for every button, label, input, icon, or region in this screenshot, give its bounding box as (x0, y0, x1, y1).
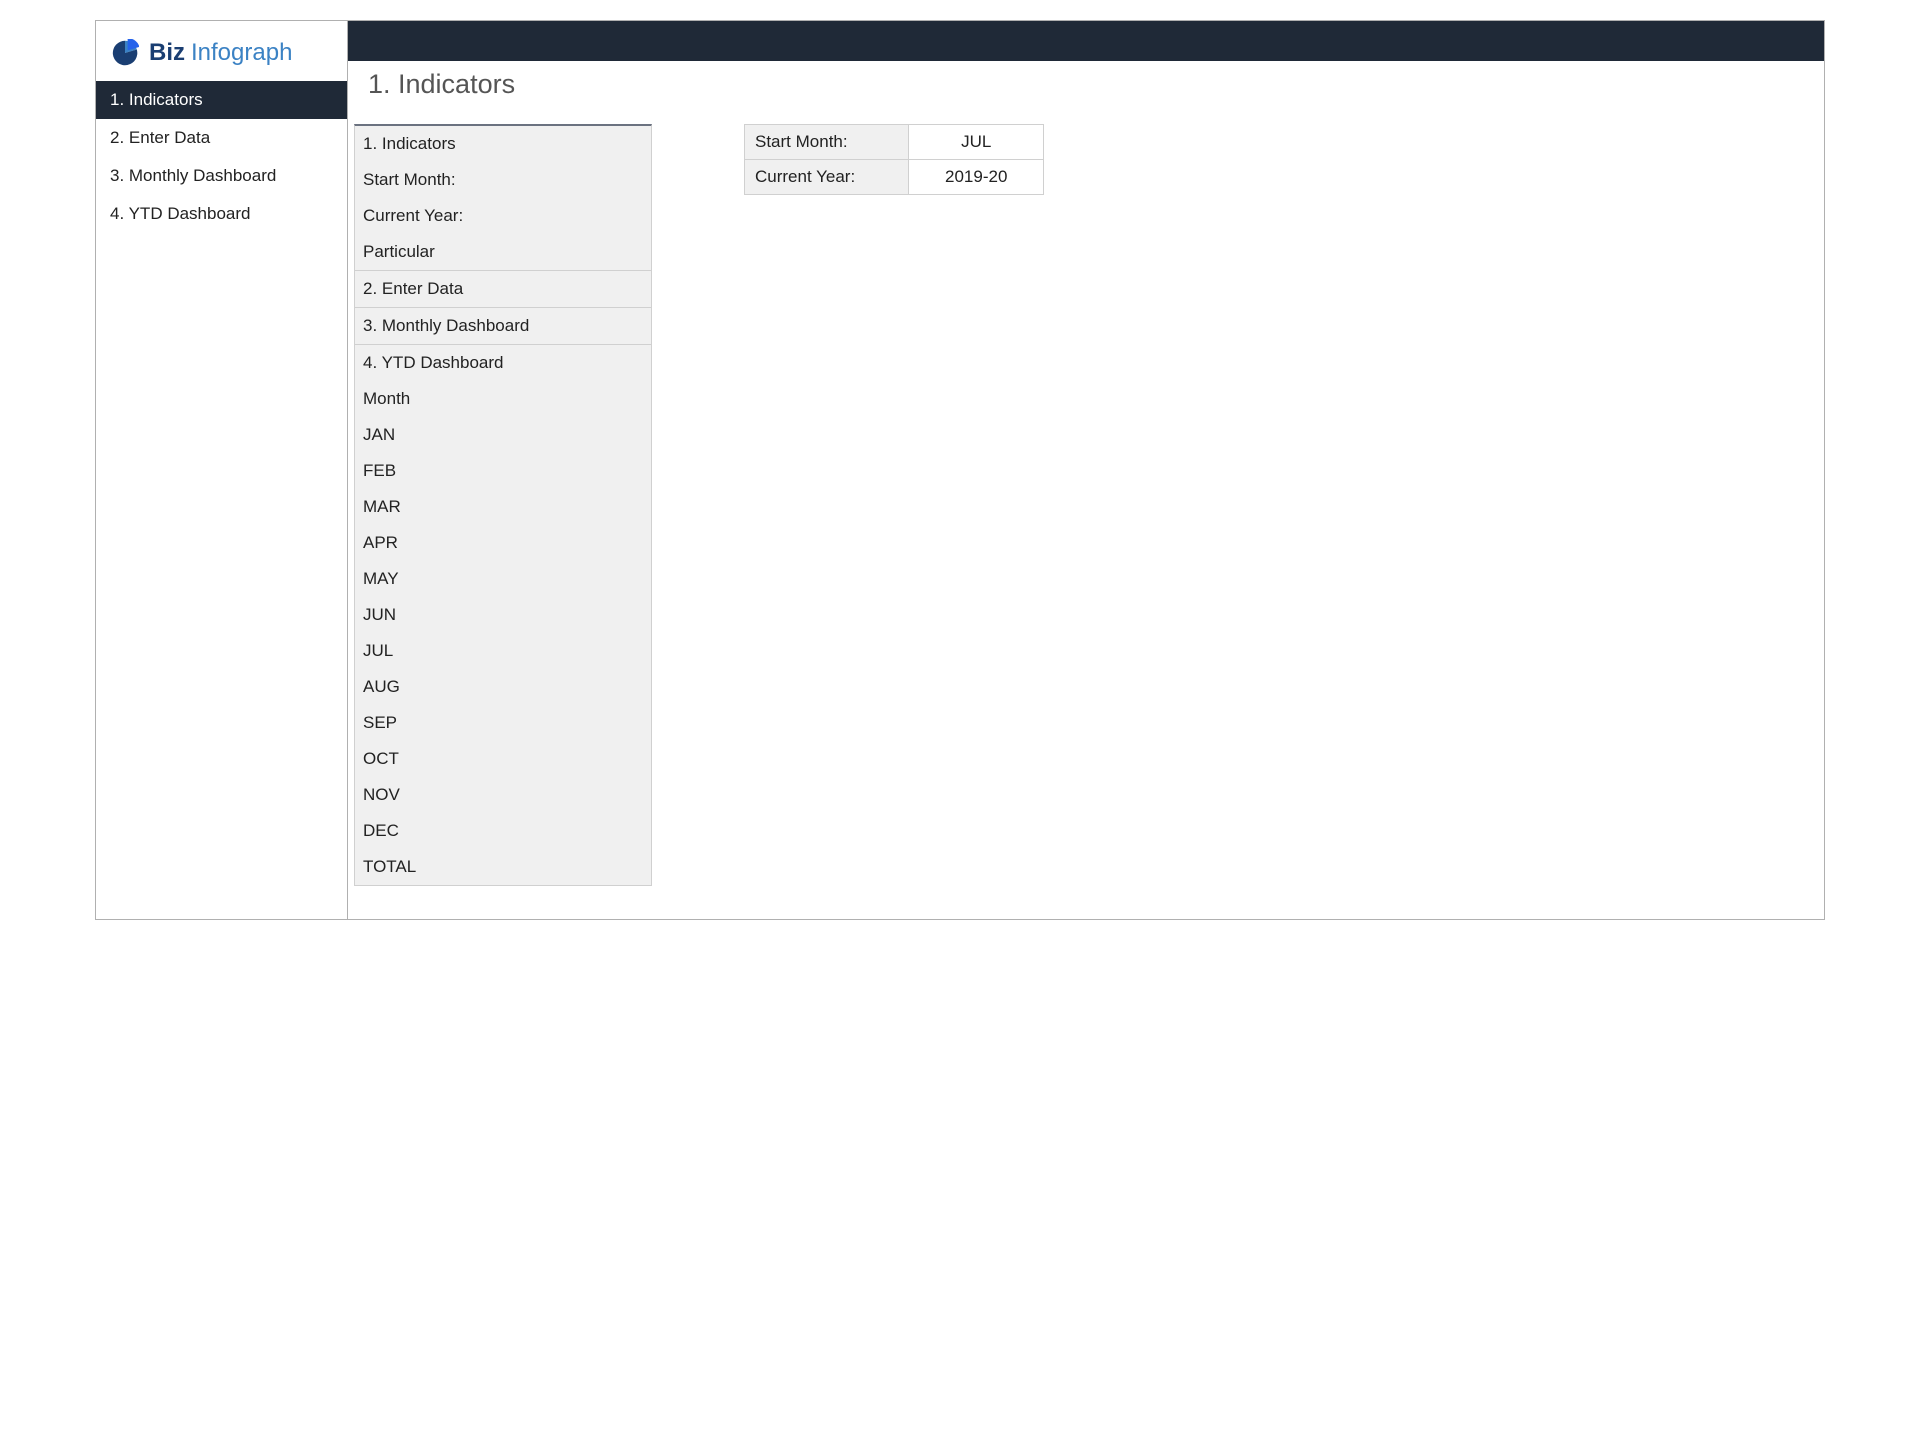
list-item[interactable]: MAY (355, 561, 651, 597)
list-item[interactable]: 4. YTD Dashboard (355, 345, 651, 381)
list-item[interactable]: JUL (355, 633, 651, 669)
list-item[interactable]: Particular (355, 234, 651, 271)
sidebar: Biz Infograph 1. Indicators 2. Enter Dat… (96, 21, 348, 919)
table-row: Start Month: JUL (745, 125, 1044, 160)
list-item[interactable]: Current Year: (355, 198, 651, 234)
logo-section: Biz Infograph (96, 21, 347, 81)
indicators-list: 1. Indicators Start Month: Current Year:… (354, 124, 652, 886)
table-row: Current Year: 2019-20 (745, 160, 1044, 195)
nav-items: 1. Indicators 2. Enter Data 3. Monthly D… (96, 81, 347, 233)
pie-chart-icon (111, 39, 139, 67)
main-content: 1. Indicators 1. Indicators Start Month:… (348, 21, 1824, 919)
list-item[interactable]: APR (355, 525, 651, 561)
start-month-label: Start Month: (745, 125, 909, 160)
list-item[interactable]: 3. Monthly Dashboard (355, 308, 651, 345)
logo-infograph-text: Infograph (191, 39, 292, 67)
list-item[interactable]: Month (355, 381, 651, 417)
top-bar (348, 21, 1824, 61)
logo-biz-text: Biz (149, 39, 185, 67)
logo-text: Biz Infograph (149, 39, 292, 67)
sidebar-item-monthly-dashboard[interactable]: 3. Monthly Dashboard (96, 157, 347, 195)
list-item[interactable]: FEB (355, 453, 651, 489)
sidebar-item-enter-data[interactable]: 2. Enter Data (96, 119, 347, 157)
list-item[interactable]: 1. Indicators (355, 126, 651, 162)
list-item[interactable]: 2. Enter Data (355, 271, 651, 308)
list-item[interactable]: OCT (355, 741, 651, 777)
list-item[interactable]: AUG (355, 669, 651, 705)
list-item[interactable]: SEP (355, 705, 651, 741)
current-year-value[interactable]: 2019-20 (909, 160, 1044, 195)
list-item[interactable]: DEC (355, 813, 651, 849)
list-item[interactable]: JAN (355, 417, 651, 453)
start-month-value[interactable]: JUL (909, 125, 1044, 160)
sidebar-item-indicators[interactable]: 1. Indicators (96, 81, 347, 119)
list-item[interactable]: JUN (355, 597, 651, 633)
list-item[interactable]: Start Month: (355, 162, 651, 198)
sidebar-item-ytd-dashboard[interactable]: 4. YTD Dashboard (96, 195, 347, 233)
content-area: 1. Indicators Start Month: Current Year:… (348, 124, 1824, 886)
list-item[interactable]: NOV (355, 777, 651, 813)
info-table: Start Month: JUL Current Year: 2019-20 (744, 124, 1044, 195)
list-item[interactable]: MAR (355, 489, 651, 525)
list-item[interactable]: TOTAL (355, 849, 651, 885)
app-container: Biz Infograph 1. Indicators 2. Enter Dat… (95, 20, 1825, 920)
current-year-label: Current Year: (745, 160, 909, 195)
page-title: 1. Indicators (348, 61, 1824, 124)
